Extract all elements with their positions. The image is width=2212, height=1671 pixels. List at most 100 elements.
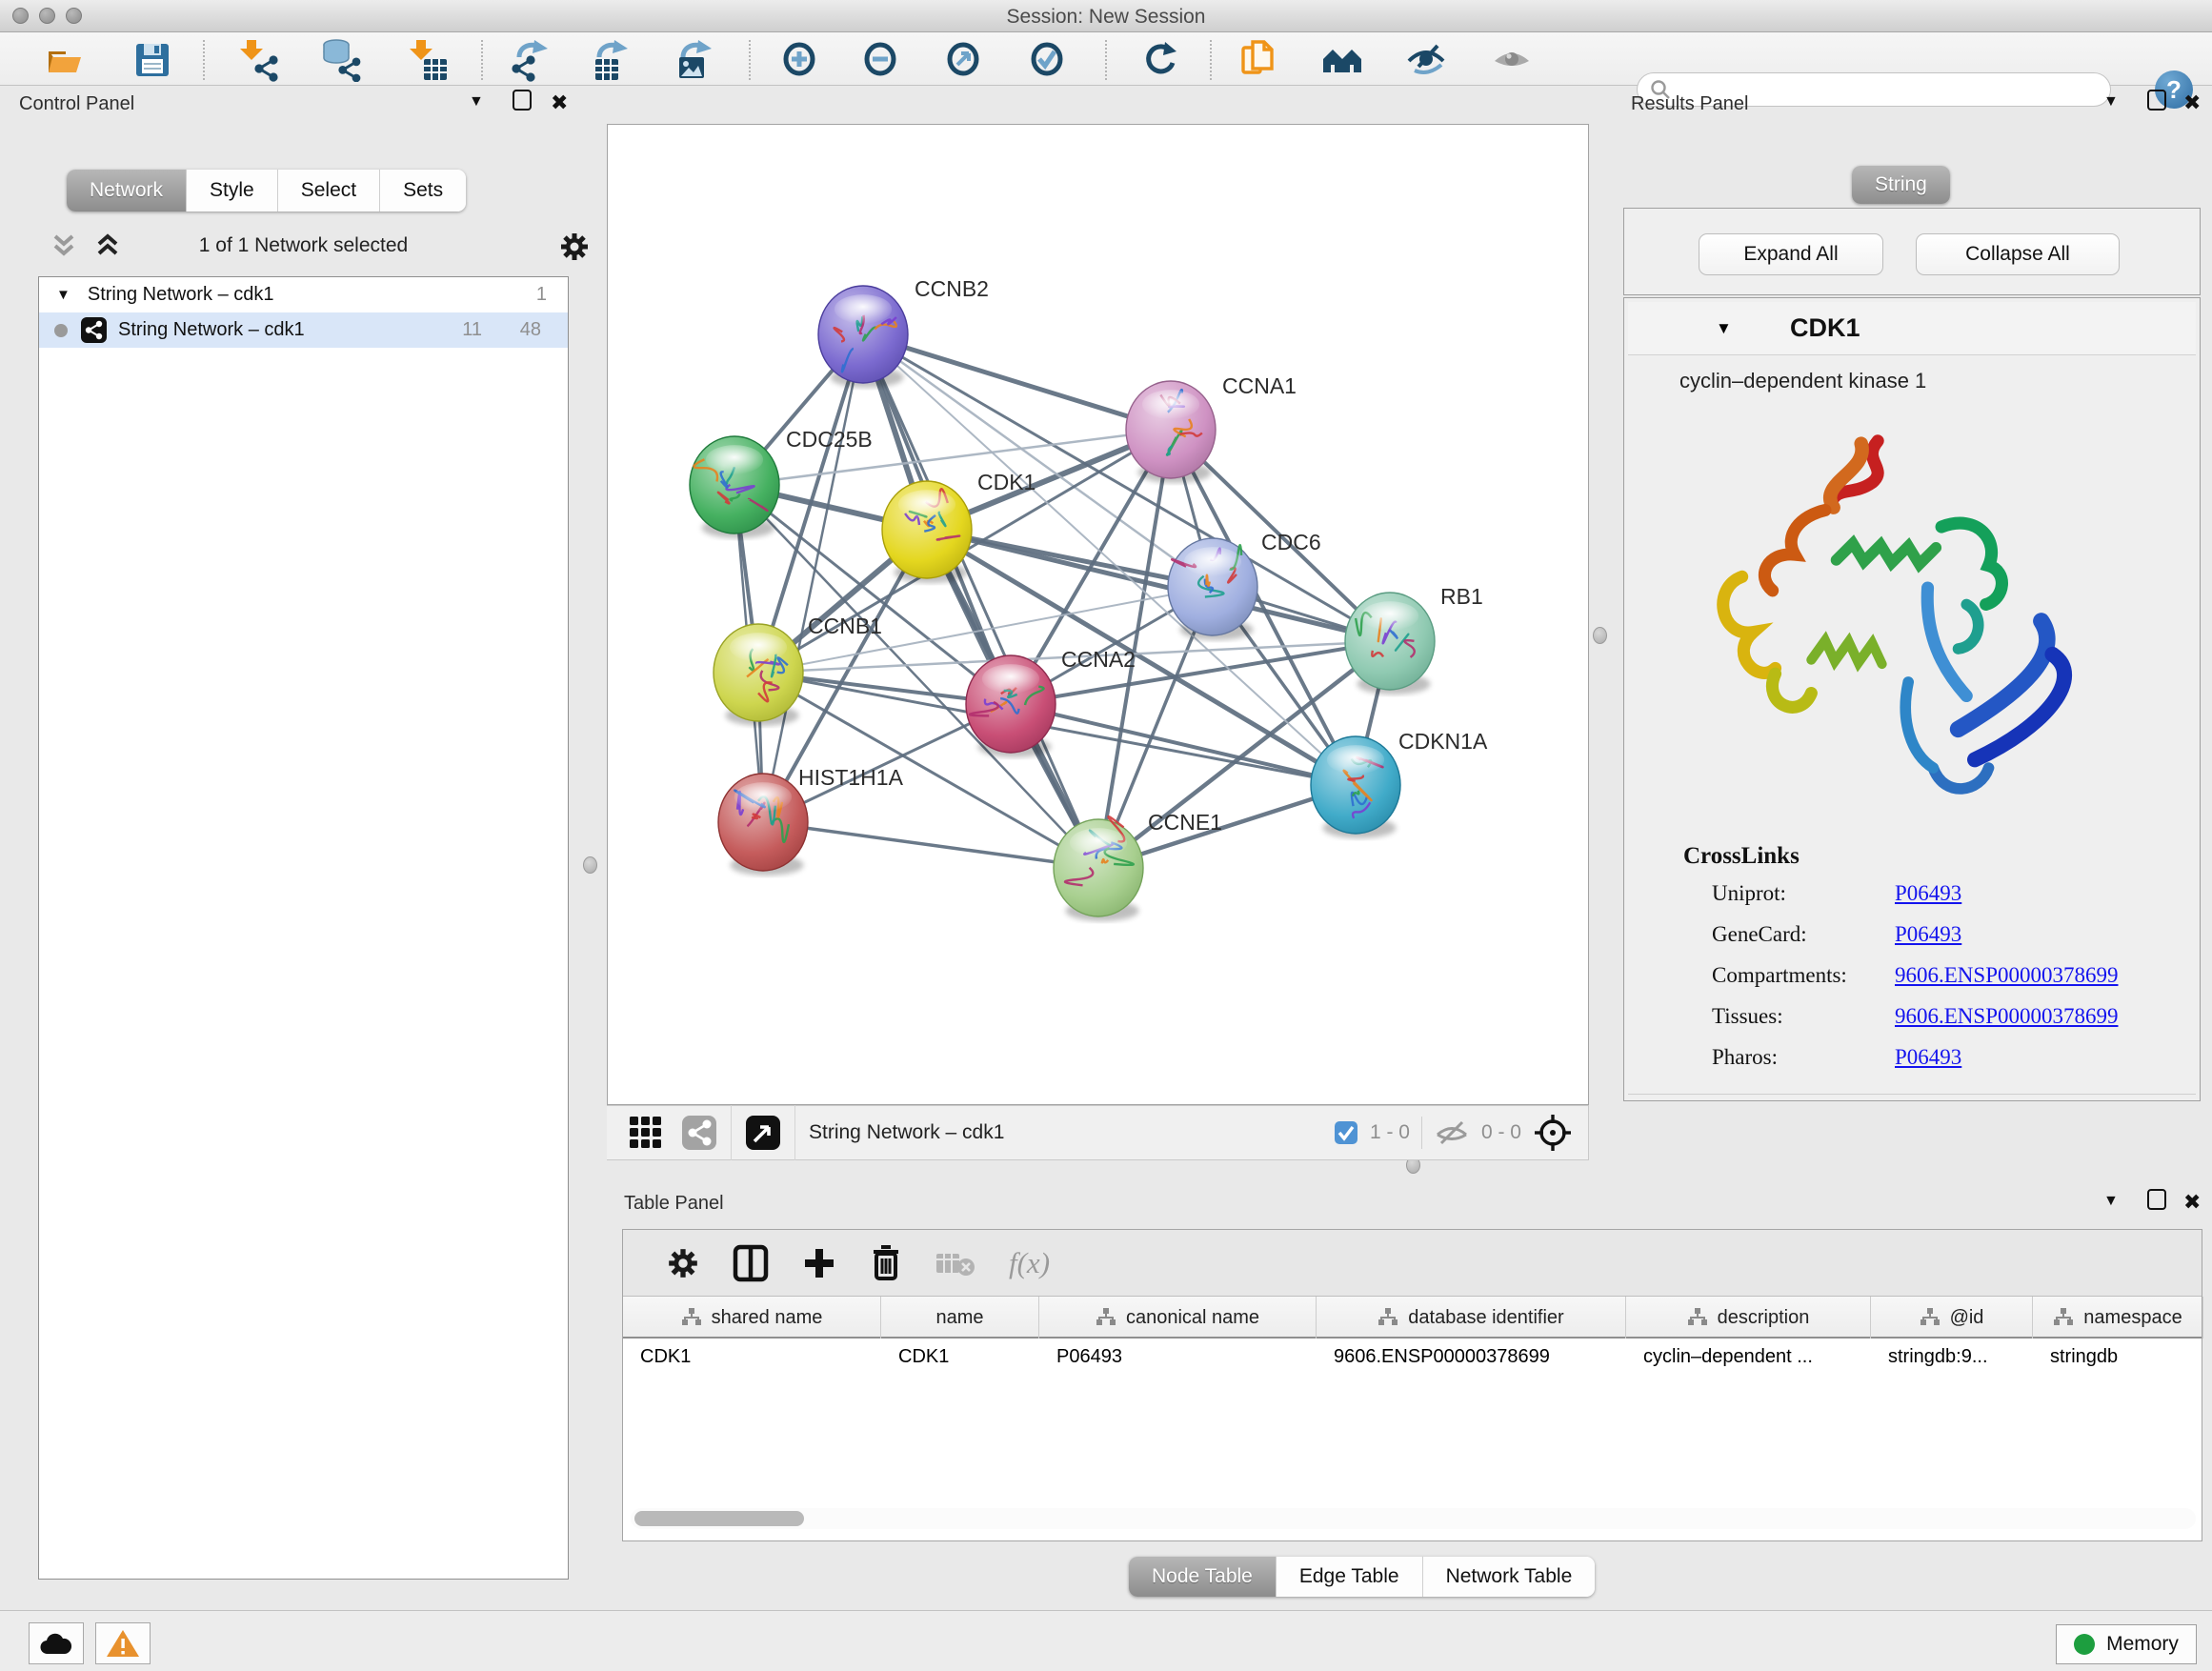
entry-collapse-arrow-icon[interactable]: ▼ <box>1716 319 1732 338</box>
crosslink-value-link[interactable]: 9606.ENSP00000378699 <box>1895 1004 2119 1029</box>
selected-checkbox-icon[interactable] <box>1334 1120 1358 1145</box>
column-header-description[interactable]: description <box>1626 1297 1871 1339</box>
table-panel-title: Table Panel <box>624 1193 724 1215</box>
hidden-counts: 0 - 0 <box>1481 1121 1521 1144</box>
tree-collapse-arrow-icon[interactable]: ▼ <box>56 287 70 303</box>
zoom-selected-button[interactable] <box>1025 38 1071 82</box>
expand-all-button[interactable]: Expand All <box>1699 233 1883 275</box>
zoom-out-button[interactable] <box>858 38 904 82</box>
network-node-HIST1H1A[interactable] <box>718 774 808 871</box>
tab-select[interactable]: Select <box>278 170 380 211</box>
table-cell[interactable]: CDK1 <box>623 1339 881 1375</box>
network-node-CCNB2[interactable] <box>818 286 908 383</box>
collapse-all-button[interactable]: Collapse All <box>1916 233 2120 275</box>
tab-node-table[interactable]: Node Table <box>1129 1557 1277 1597</box>
export-table-button[interactable] <box>587 38 633 82</box>
zoom-in-button[interactable] <box>777 38 823 82</box>
network-node-CCNE1[interactable] <box>1054 816 1143 916</box>
network-node-RB1[interactable] <box>1345 593 1435 690</box>
zoom-fit-content-button[interactable] <box>941 38 987 82</box>
table-cell[interactable]: CDK1 <box>881 1339 1039 1375</box>
export-network-button[interactable] <box>507 38 553 82</box>
results-panel-float-button[interactable]: ▼ <box>2103 93 2119 111</box>
table-panel-float-button[interactable]: ▼ <box>2103 1193 2119 1210</box>
results-panel-tabbar: String <box>1852 166 1950 204</box>
string-home-button[interactable] <box>1320 38 1366 82</box>
network-node-label: RB1 <box>1440 584 1483 609</box>
detach-view-icon[interactable] <box>745 1115 781 1151</box>
table-settings-gear-icon[interactable] <box>666 1246 700 1280</box>
copy-documents-button[interactable] <box>1237 38 1282 82</box>
cloud-button[interactable] <box>29 1622 84 1664</box>
crosslink-value-link[interactable]: P06493 <box>1895 1045 1961 1070</box>
control-panel-maximize-button[interactable] <box>513 90 532 111</box>
network-node-CDK1[interactable] <box>882 481 972 578</box>
table-cell[interactable]: cyclin–dependent ... <box>1626 1339 1871 1375</box>
birdseye-crosshair-icon[interactable] <box>1533 1113 1573 1153</box>
table-cell[interactable]: stringdb:9... <box>1871 1339 2033 1375</box>
eye-view-button[interactable] <box>1490 38 1536 82</box>
add-column-plus-icon[interactable] <box>801 1245 837 1281</box>
entry-header-row[interactable]: ▼ CDK1 <box>1628 302 2196 355</box>
grid-view-icon[interactable] <box>628 1115 664 1151</box>
import-network-database-button[interactable] <box>318 38 364 82</box>
network-node-CDC6[interactable] <box>1168 538 1257 635</box>
import-network-file-button[interactable] <box>236 38 282 82</box>
control-panel-float-button[interactable]: ▼ <box>469 93 484 111</box>
network-tree-item-row[interactable]: String Network – cdk1 11 48 <box>39 312 568 348</box>
network-edge[interactable] <box>763 334 863 822</box>
tab-network-table[interactable]: Network Table <box>1423 1557 1596 1597</box>
column-header-database-identifier[interactable]: database identifier <box>1317 1297 1626 1339</box>
column-header-namespace[interactable]: namespace <box>2033 1297 2203 1339</box>
network-edge[interactable] <box>863 334 1171 430</box>
share-view-icon[interactable] <box>681 1115 717 1151</box>
right-splitter-handle[interactable] <box>1593 627 1607 644</box>
network-node-CDKN1A[interactable] <box>1311 736 1400 834</box>
gear-icon[interactable] <box>558 231 591 263</box>
column-header-canonical-name[interactable]: canonical name <box>1039 1297 1317 1339</box>
column-header-id[interactable]: @id <box>1871 1297 2033 1339</box>
tab-network[interactable]: Network <box>67 170 187 211</box>
network-edge[interactable] <box>763 822 1098 868</box>
crosslink-value-link[interactable]: 9606.ENSP00000378699 <box>1895 963 2119 988</box>
tab-style[interactable]: Style <box>187 170 278 211</box>
table-cell[interactable]: stringdb <box>2033 1339 2203 1375</box>
results-panel-close-button[interactable]: ✖ <box>2183 91 2201 115</box>
table-panel-maximize-button[interactable] <box>2147 1189 2166 1210</box>
crosslink-value-link[interactable]: P06493 <box>1895 881 1961 906</box>
show-columns-icon[interactable] <box>733 1244 769 1282</box>
table-cell[interactable]: 9606.ENSP00000378699 <box>1317 1339 1626 1375</box>
crosslink-value-link[interactable]: P06493 <box>1895 922 1961 947</box>
tab-string[interactable]: String <box>1852 166 1950 204</box>
network-canvas[interactable]: CCNB2CCNA1CDC25BCDK1CDC6RB1CCNB1CCNA2CDK… <box>607 124 1589 1105</box>
network-view-title: String Network – cdk1 <box>809 1121 1004 1144</box>
network-node-CDC25B[interactable] <box>690 436 779 534</box>
memory-button[interactable]: Memory <box>2056 1624 2197 1664</box>
tab-edge-table[interactable]: Edge Table <box>1277 1557 1423 1597</box>
tab-sets[interactable]: Sets <box>380 170 466 211</box>
control-panel-close-button[interactable]: ✖ <box>551 91 568 115</box>
network-node-CCNA2[interactable] <box>966 655 1056 753</box>
column-header-name[interactable]: name <box>881 1297 1039 1339</box>
table-cell[interactable]: P06493 <box>1039 1339 1317 1375</box>
network-node-CCNB1[interactable] <box>714 624 803 721</box>
import-table-file-button[interactable] <box>406 38 452 82</box>
warnings-button[interactable] <box>95 1622 151 1664</box>
column-header-shared-name[interactable]: shared name <box>623 1297 881 1339</box>
network-edge[interactable] <box>1011 704 1356 785</box>
apply-preferred-layout-button[interactable] <box>1137 38 1183 82</box>
table-panel-close-button[interactable]: ✖ <box>2183 1190 2201 1215</box>
network-tree-root-row[interactable]: ▼ String Network – cdk1 1 <box>39 277 568 312</box>
hidden-eye-icon[interactable] <box>1434 1118 1470 1147</box>
open-session-button[interactable] <box>42 38 88 82</box>
left-splitter-handle[interactable] <box>583 856 597 874</box>
save-session-button[interactable] <box>130 38 175 82</box>
export-image-icon <box>672 38 715 82</box>
export-image-button[interactable] <box>671 38 716 82</box>
table-horizontal-scrollbar[interactable] <box>631 1508 2196 1529</box>
results-panel-maximize-button[interactable] <box>2147 90 2166 111</box>
eye-edit-button[interactable] <box>1404 38 1450 82</box>
network-node-CCNA1[interactable] <box>1126 381 1216 478</box>
delete-column-trash-icon[interactable] <box>870 1244 902 1282</box>
table-scrollbar-thumb[interactable] <box>634 1511 804 1526</box>
